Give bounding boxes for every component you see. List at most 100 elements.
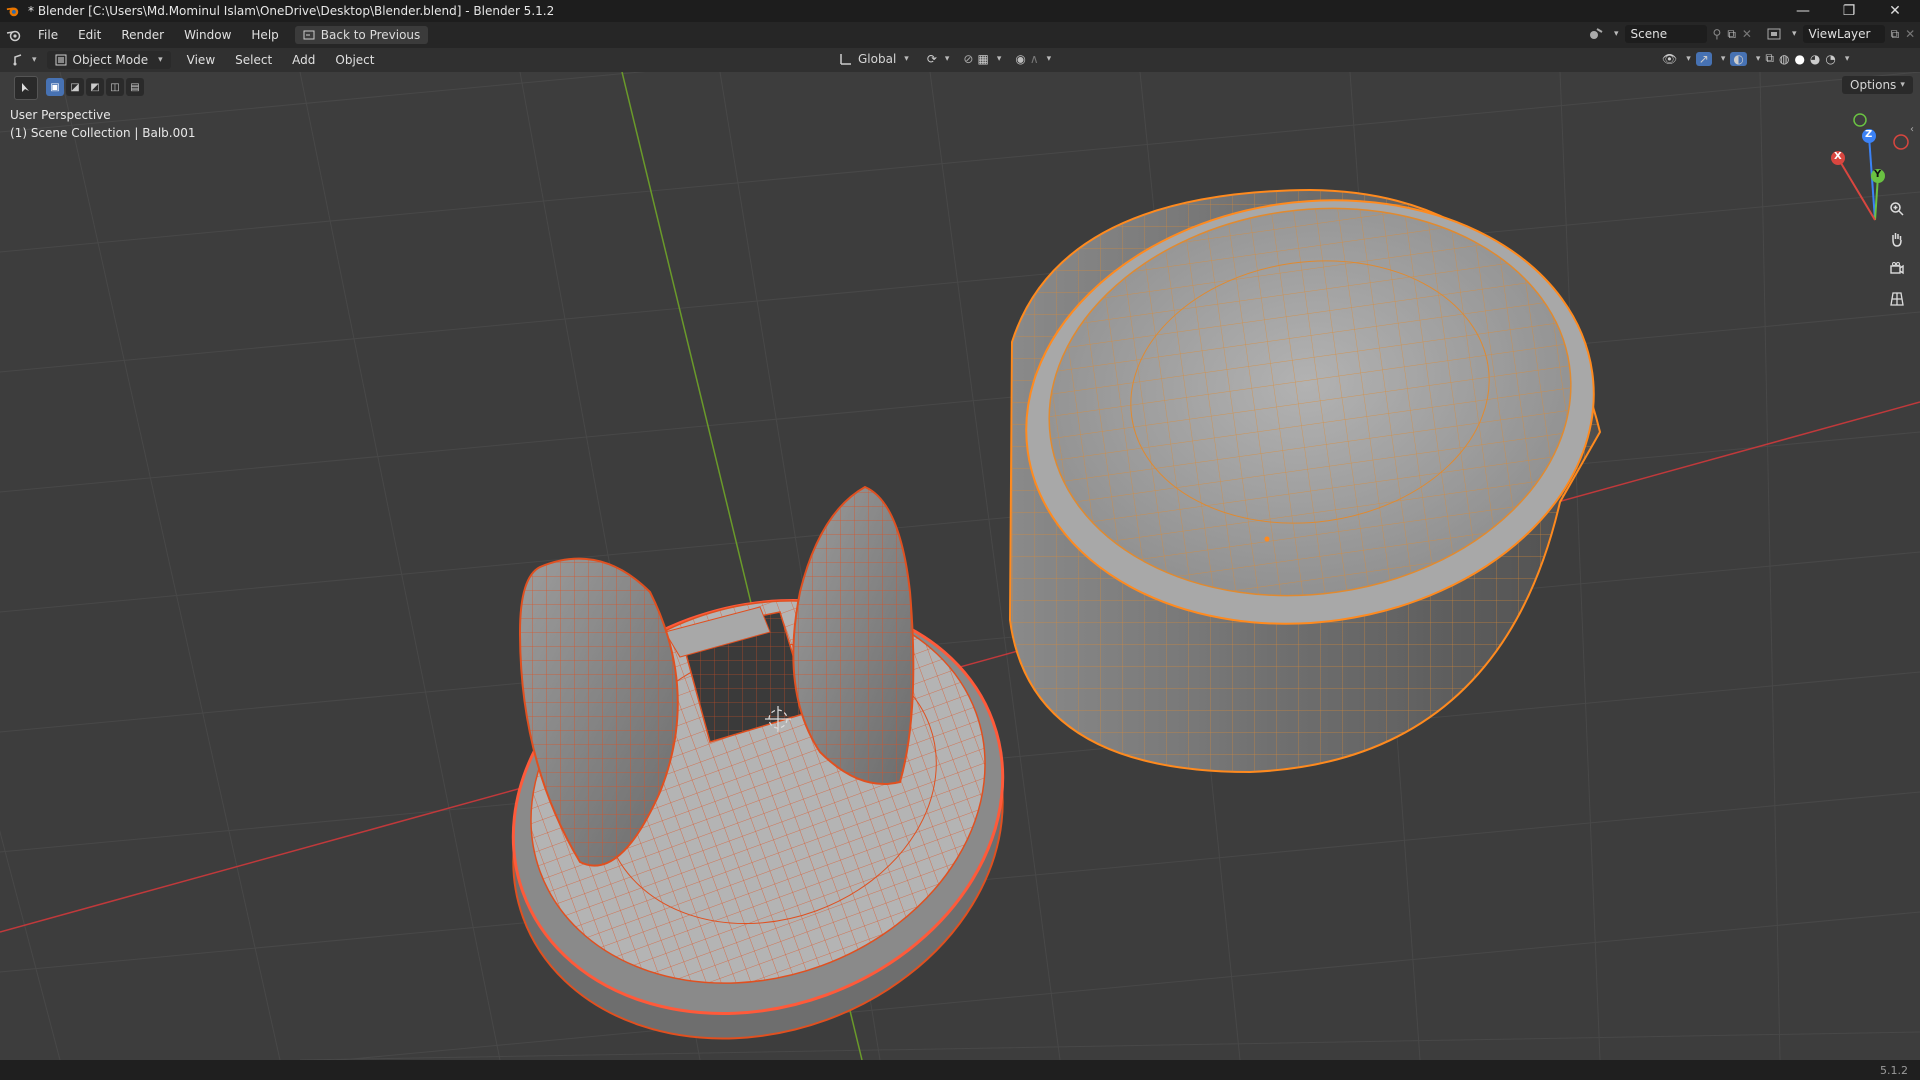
select-tool-button[interactable] <box>14 76 38 100</box>
back-to-previous-button[interactable]: Back to Previous <box>294 26 429 44</box>
zoom-icon <box>1890 202 1904 216</box>
balb-object[interactable] <box>455 485 1062 1060</box>
perspective-label: User Perspective <box>10 108 111 122</box>
chevron-down-icon[interactable]: ▾ <box>1756 54 1761 64</box>
select-invert-icon: ◫ <box>110 81 120 93</box>
blender-menu-icon[interactable] <box>6 27 22 43</box>
view-layer-icon[interactable] <box>1766 26 1782 42</box>
chevron-down-icon[interactable]: ▾ <box>904 54 909 64</box>
viewport-scene[interactable] <box>0 72 1920 1060</box>
camera-icon <box>1890 262 1904 275</box>
window-title: * Blender [C:\Users\Md.Mominul Islam\One… <box>28 4 555 18</box>
select-subtract-icon: ◩ <box>90 81 100 93</box>
view-layer-field[interactable]: ViewLayer <box>1802 25 1885 43</box>
object-mode-icon <box>55 54 67 66</box>
chevron-down-icon[interactable]: ▾ <box>997 54 1002 64</box>
select-subtract-button[interactable]: ◩ <box>86 78 104 96</box>
pan-button[interactable] <box>1884 226 1910 252</box>
menu-window[interactable]: Window <box>174 28 241 42</box>
pin-icon[interactable]: ⚲ <box>1713 27 1722 41</box>
gizmo-neg-y-axis[interactable] <box>1853 113 1867 127</box>
scene-collection-label: (1) Scene Collection | Balb.001 <box>10 126 196 140</box>
solid-shading-icon[interactable]: ● <box>1794 52 1804 66</box>
gizmo-x-label: X <box>1834 151 1842 162</box>
menu-object[interactable]: Object <box>325 53 384 67</box>
rendered-shading-icon[interactable]: ◔ <box>1825 52 1835 66</box>
delete-view-layer-icon[interactable]: ✕ <box>1905 27 1915 41</box>
menu-edit[interactable]: Edit <box>68 28 111 42</box>
select-new-button[interactable]: ▣ <box>46 78 64 96</box>
select-intersect-icon: ▤ <box>130 81 140 93</box>
chevron-down-icon[interactable]: ▾ <box>1845 54 1850 64</box>
hand-icon <box>1892 233 1902 247</box>
3d-viewport-icon <box>13 54 22 66</box>
back-icon <box>303 30 315 40</box>
restore-button[interactable]: ❐ <box>1826 0 1872 22</box>
gizmo-z-label: Z <box>1865 129 1873 140</box>
zoom-button[interactable] <box>1884 196 1910 222</box>
transform-orientation-icon[interactable] <box>838 51 854 67</box>
falloff-icon[interactable]: ∧ <box>1030 52 1039 66</box>
delete-scene-icon[interactable]: ✕ <box>1742 27 1752 41</box>
select-extend-button[interactable]: ◪ <box>66 78 84 96</box>
perspective-toggle-button[interactable] <box>1884 286 1910 312</box>
menu-help[interactable]: Help <box>241 28 288 42</box>
sidebar-toggle-icon[interactable]: ‹ <box>1910 124 1914 135</box>
options-dropdown[interactable]: Options ▾ <box>1842 76 1913 94</box>
blender-logo-icon <box>6 7 19 17</box>
menu-render[interactable]: Render <box>111 28 174 42</box>
material-shading-icon[interactable]: ◕ <box>1810 52 1820 66</box>
xray-toggle-icon[interactable]: ⧉ <box>1765 51 1774 66</box>
mode-label: Object Mode <box>72 53 149 67</box>
select-extend-icon: ◪ <box>70 81 80 93</box>
3d-viewport[interactable]: Z Y X User Perspective (1) Scene Collect… <box>0 72 1920 1060</box>
title-bar: * Blender [C:\Users\Md.Mominul Islam\One… <box>0 0 1920 22</box>
scene-icon[interactable] <box>1588 26 1604 42</box>
menu-view[interactable]: View <box>177 53 225 67</box>
cursor-arrow-icon <box>22 83 29 92</box>
camera-view-button[interactable] <box>1884 256 1910 282</box>
chevron-down-icon: ▾ <box>158 55 163 65</box>
transform-orientation-value[interactable]: Global <box>858 52 896 66</box>
options-label: Options <box>1850 78 1897 92</box>
gizmo-y-label: Y <box>1874 169 1882 180</box>
gizmo-neg-x-axis[interactable] <box>1893 134 1909 150</box>
select-intersect-button[interactable]: ▤ <box>126 78 144 96</box>
chevron-down-icon[interactable]: ▾ <box>1686 54 1691 64</box>
editor-type-selector[interactable]: ▾ <box>12 52 37 68</box>
top-menu-bar: File Edit Render Window Help Back to Pre… <box>0 22 1920 48</box>
minimize-button[interactable]: — <box>1780 0 1826 22</box>
close-button[interactable]: ✕ <box>1872 0 1918 22</box>
menu-select[interactable]: Select <box>225 53 282 67</box>
proportional-editing-icon[interactable]: ◉ <box>1015 52 1025 66</box>
overlays-toggle-icon[interactable]: ◐ <box>1730 51 1747 66</box>
menu-add[interactable]: Add <box>282 53 325 67</box>
grid-perspective-icon <box>1890 292 1904 306</box>
chevron-down-icon: ▾ <box>1900 80 1905 90</box>
mode-selector[interactable]: Object Mode ▾ <box>46 51 171 69</box>
viewport-header: ▾ Object Mode ▾ View Select Add Object G… <box>0 48 1920 72</box>
select-invert-button[interactable]: ◫ <box>106 78 124 96</box>
chevron-down-icon[interactable]: ▾ <box>945 54 950 64</box>
chevron-down-icon[interactable]: ▾ <box>1047 54 1052 64</box>
chevron-down-icon[interactable]: ▾ <box>1721 54 1726 64</box>
version-label: 5.1.2 <box>1880 1063 1908 1077</box>
pivot-point-icon[interactable]: ⟳ <box>927 52 937 66</box>
wireframe-shading-icon[interactable]: ◍ <box>1779 52 1789 66</box>
chevron-down-icon[interactable]: ▾ <box>1614 29 1619 39</box>
gizmo-toggle-icon[interactable]: ↗ <box>1695 51 1712 66</box>
visibility-icon[interactable]: 👁 <box>1662 52 1677 66</box>
scene-name-field[interactable]: Scene <box>1624 25 1707 43</box>
new-view-layer-icon[interactable]: ⧉ <box>1891 27 1900 42</box>
back-to-previous-label: Back to Previous <box>320 28 421 42</box>
chevron-down-icon[interactable]: ▾ <box>1792 29 1797 39</box>
object-origin <box>1264 536 1270 542</box>
select-new-icon: ▣ <box>50 81 60 93</box>
snap-toggle-icon[interactable]: ⊘ <box>963 52 973 66</box>
status-bar: 5.1.2 <box>0 1060 1920 1080</box>
new-scene-icon[interactable]: ⧉ <box>1727 27 1736 42</box>
snap-target-icon[interactable]: ▦ <box>977 52 988 66</box>
menu-file[interactable]: File <box>28 28 68 42</box>
cylinder-object[interactable] <box>999 164 1622 774</box>
selection-mode-group: ▣ ◪ ◩ ◫ ▤ <box>46 78 144 96</box>
